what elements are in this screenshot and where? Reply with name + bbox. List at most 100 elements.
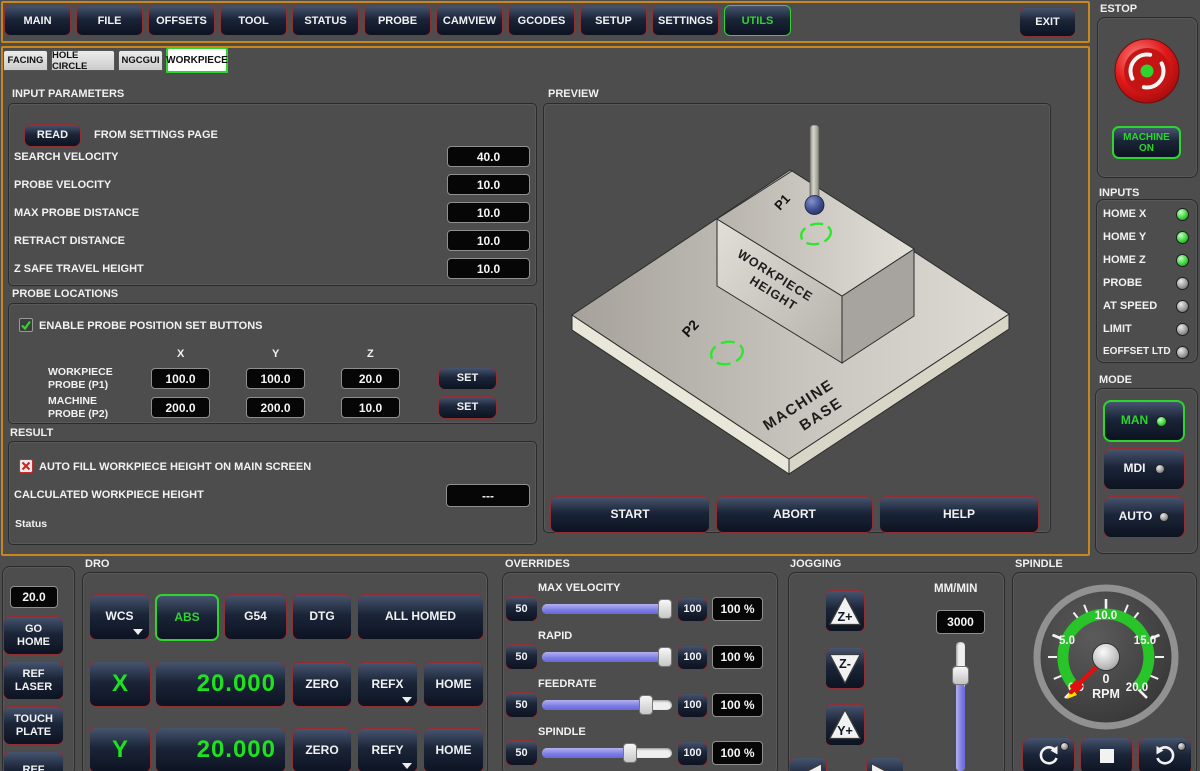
triangle-right-icon <box>868 761 902 771</box>
y-axis-button[interactable]: Y <box>89 727 151 771</box>
probe-velocity-field[interactable]: 10.0 <box>447 174 530 195</box>
spindle-max-button[interactable]: 100 <box>677 741 708 766</box>
read-button[interactable]: READ <box>24 124 81 147</box>
menu-offsets[interactable]: OFFSETS <box>148 5 215 36</box>
p1-set-button[interactable]: SET <box>438 367 497 390</box>
p2-x-field[interactable]: 200.0 <box>151 397 210 418</box>
abs-button[interactable]: ABS <box>155 594 219 641</box>
touch-plate-button[interactable]: TOUCH PLATE <box>3 706 64 745</box>
slider-fill <box>542 652 668 662</box>
p1-x-field[interactable]: 100.0 <box>151 368 210 389</box>
menu-file[interactable]: FILE <box>76 5 143 36</box>
rotate-ccw-icon <box>1036 743 1062 769</box>
feedrate-slider[interactable] <box>542 696 672 714</box>
tab-hole-circle[interactable]: HOLE CIRCLE <box>51 50 115 71</box>
btn-line: GO <box>25 623 42 635</box>
mode-man-button[interactable]: MAN <box>1103 400 1185 442</box>
probe-locations-title: PROBE LOCATIONS <box>12 288 118 300</box>
menu-settings[interactable]: SETTINGS <box>652 5 719 36</box>
retract-distance-field[interactable]: 10.0 <box>447 230 530 251</box>
slider-handle[interactable] <box>658 599 672 619</box>
dtg-button[interactable]: DTG <box>292 594 352 640</box>
y-ref-dropdown[interactable]: REFY <box>357 728 418 771</box>
menu-main[interactable]: MAIN <box>4 5 71 36</box>
field-label: PROBE VELOCITY <box>14 179 111 191</box>
all-homed-button[interactable]: ALL HOMED <box>357 594 484 640</box>
max-velocity-max-button[interactable]: 100 <box>677 597 708 622</box>
spindle-title: SPINDLE <box>1015 558 1063 570</box>
max-velocity-min-button[interactable]: 50 <box>505 596 538 622</box>
btn-line: HOME <box>17 636 50 648</box>
p1-z-field[interactable]: 20.0 <box>341 368 400 389</box>
jog-increment-display[interactable]: 20.0 <box>10 586 58 608</box>
max-velocity-slider[interactable] <box>542 600 672 618</box>
enable-set-buttons-checkbox[interactable] <box>19 318 33 332</box>
menu-utils[interactable]: UTILS <box>724 5 791 36</box>
g54-button[interactable]: G54 <box>224 594 287 640</box>
go-home-button[interactable]: GO HOME <box>3 616 64 655</box>
jog-z-plus-button[interactable]: Z+ <box>825 590 865 632</box>
menu-camview[interactable]: CAMVIEW <box>436 5 503 36</box>
spindle-reverse-button[interactable] <box>1022 737 1075 771</box>
rapid-min-button[interactable]: 50 <box>505 644 538 670</box>
enable-set-buttons-label: ENABLE PROBE POSITION SET BUTTONS <box>39 320 263 332</box>
jog-rate-display: 3000 <box>936 610 985 634</box>
machine-on-button[interactable]: MACHINE ON <box>1112 126 1181 159</box>
jog-rate-unit-label: MM/MIN <box>934 583 977 595</box>
z-safe-height-field[interactable]: 10.0 <box>447 258 530 279</box>
y-home-button[interactable]: HOME <box>423 728 484 771</box>
start-button[interactable]: START <box>550 496 710 533</box>
col-header-y: Y <box>272 348 279 360</box>
override-label: MAX VELOCITY <box>538 582 621 594</box>
feedrate-min-button[interactable]: 50 <box>505 692 538 718</box>
p2-y-field[interactable]: 200.0 <box>246 397 305 418</box>
feedrate-max-button[interactable]: 100 <box>677 693 708 718</box>
slider-handle[interactable] <box>658 647 672 667</box>
exit-button[interactable]: EXIT <box>1019 7 1076 37</box>
spindle-forward-button[interactable] <box>1138 737 1192 771</box>
spindle-stop-button[interactable] <box>1080 737 1133 771</box>
x-ref-dropdown[interactable]: REFX <box>357 662 418 707</box>
tab-facing[interactable]: FACING <box>3 50 48 71</box>
ref-laser-button[interactable]: REF LASER <box>3 661 64 700</box>
feedrate-display: 100 % <box>712 693 763 717</box>
estop-button[interactable] <box>1112 36 1182 106</box>
slider-handle[interactable] <box>639 695 653 715</box>
tab-ngcgui[interactable]: NGCGUI <box>118 50 163 71</box>
spindle-min-button[interactable]: 50 <box>505 740 538 766</box>
jog-x-minus-button[interactable] <box>789 757 827 771</box>
search-velocity-field[interactable]: 40.0 <box>447 146 530 167</box>
jogging-title: JOGGING <box>790 558 841 570</box>
rapid-max-button[interactable]: 100 <box>677 645 708 670</box>
menu-tool[interactable]: TOOL <box>220 5 287 36</box>
x-home-button[interactable]: HOME <box>423 662 484 707</box>
triangle-left-icon <box>791 761 825 771</box>
max-probe-distance-field[interactable]: 10.0 <box>447 202 530 223</box>
vslider-handle[interactable] <box>952 666 969 685</box>
wcs-dropdown[interactable]: WCS <box>89 594 150 640</box>
help-button[interactable]: HELP <box>879 496 1039 533</box>
abort-button[interactable]: ABORT <box>716 496 873 533</box>
p1-y-field[interactable]: 100.0 <box>246 368 305 389</box>
vslider-fill <box>956 684 965 771</box>
menu-gcodes[interactable]: GCODES <box>508 5 575 36</box>
x-zero-button[interactable]: ZERO <box>292 662 352 707</box>
jog-y-plus-button[interactable]: Y+ <box>825 704 865 746</box>
rapid-slider[interactable] <box>542 648 672 666</box>
jog-x-plus-button[interactable] <box>866 757 904 771</box>
spindle-override-slider[interactable] <box>542 744 672 762</box>
p2-z-field[interactable]: 10.0 <box>341 397 400 418</box>
x-axis-button[interactable]: X <box>89 661 151 707</box>
mode-auto-button[interactable]: AUTO <box>1103 496 1185 538</box>
autofill-checkbox[interactable] <box>19 459 33 473</box>
mode-mdi-button[interactable]: MDI <box>1103 448 1185 490</box>
menu-setup[interactable]: SETUP <box>580 5 647 36</box>
tab-workpiece[interactable]: WORKPIECE <box>166 47 228 73</box>
ref-button[interactable]: REF <box>3 751 64 771</box>
y-zero-button[interactable]: ZERO <box>292 728 352 771</box>
jog-z-minus-button[interactable]: Z- <box>825 647 865 689</box>
slider-handle[interactable] <box>623 743 637 763</box>
menu-status[interactable]: STATUS <box>292 5 359 36</box>
p2-set-button[interactable]: SET <box>438 396 497 419</box>
menu-probe[interactable]: PROBE <box>364 5 431 36</box>
